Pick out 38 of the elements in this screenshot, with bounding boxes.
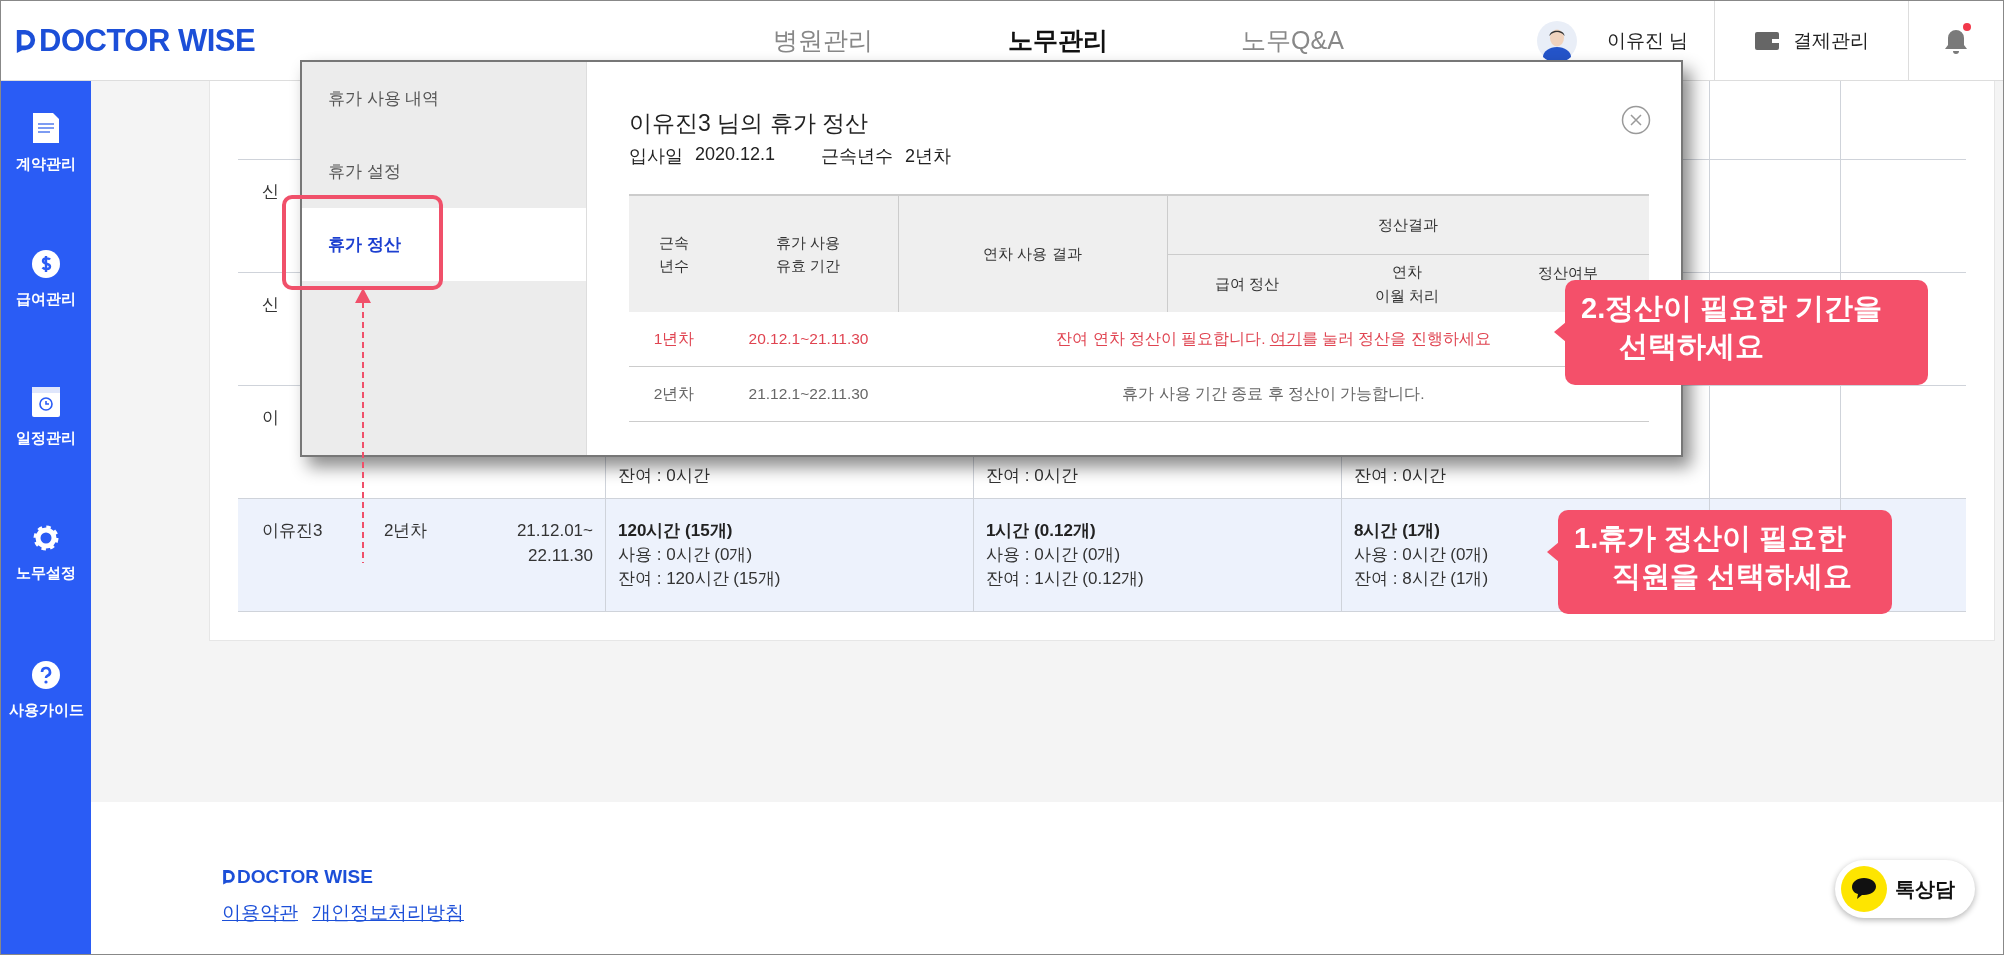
leave-remaining: 잔여 : 8시간 (1개) [1354, 567, 1489, 590]
status-message: 휴가 사용 기간 종료 후 정산이 가능합니다. [1122, 384, 1425, 402]
tenure-value: 2년차 [905, 145, 952, 168]
dialog-title: 이유진3 님의 휴가 정산 [629, 109, 868, 138]
leave-used: 사용 : 0시간 (0개) [1354, 543, 1489, 566]
leave-total: 8시간 (1개) [1354, 520, 1440, 542]
leave-used: 사용 : 0시간 (0개) [618, 543, 753, 566]
leave-remaining: 잔여 : 0시간 [618, 465, 710, 488]
employee-name: 신 [262, 182, 279, 201]
leave-remaining: 잔여 : 120시간 (15개) [618, 567, 781, 590]
employee-name: 신 [262, 295, 279, 314]
tenure-label: 근속년수 [821, 145, 894, 168]
leave-remaining: 잔여 : 0시간 [1354, 465, 1446, 488]
employee-name: 이유진3 [262, 521, 323, 540]
table-cell: 21.12.1~22.11.30 [719, 366, 898, 422]
footer-logo-text: DOCTOR WISE [237, 866, 373, 888]
column-header: 급여 정산 [1167, 254, 1327, 312]
table-cell: 1년차 [629, 312, 719, 367]
leave-remaining: 잔여 : 0시간 [986, 465, 1078, 488]
column-header: 근속 년수 [629, 195, 719, 312]
leave-total: 120시간 (15개) [618, 520, 733, 542]
leave-total: 1시간 (0.12개) [986, 520, 1096, 542]
employee-name: 이 [262, 408, 279, 427]
status-message: 잔여 연차 정산이 필요합니다. 여기를 눌러 정산을 진행하세요 [1056, 329, 1491, 347]
column-header: 연차 사용 결과 [898, 195, 1167, 312]
column-header: 정산결과 [1167, 195, 1649, 255]
tenure-text: 2년차 [384, 521, 428, 540]
table-cell: 2년차 [629, 366, 719, 422]
table-cell: 20.12.1~21.11.30 [719, 312, 898, 367]
leave-remaining: 잔여 : 1시간 (0.12개) [986, 567, 1144, 590]
column-header: 휴가 사용 유효 기간 [719, 195, 898, 312]
period-text: 21.12.01~ 22.11.30 [516, 521, 593, 565]
hire-date: 2020.12.1 [695, 144, 776, 166]
callout-text: 1.휴가 정산이 필요한 직원을 선택하세요 [1574, 521, 1853, 594]
logo-text: DOCTOR WISE [39, 22, 256, 59]
column-header: 연차 이월 처리 [1327, 254, 1487, 312]
hire-date-label: 입사일 [629, 145, 683, 168]
leave-used: 사용 : 0시간 (0개) [986, 543, 1121, 566]
